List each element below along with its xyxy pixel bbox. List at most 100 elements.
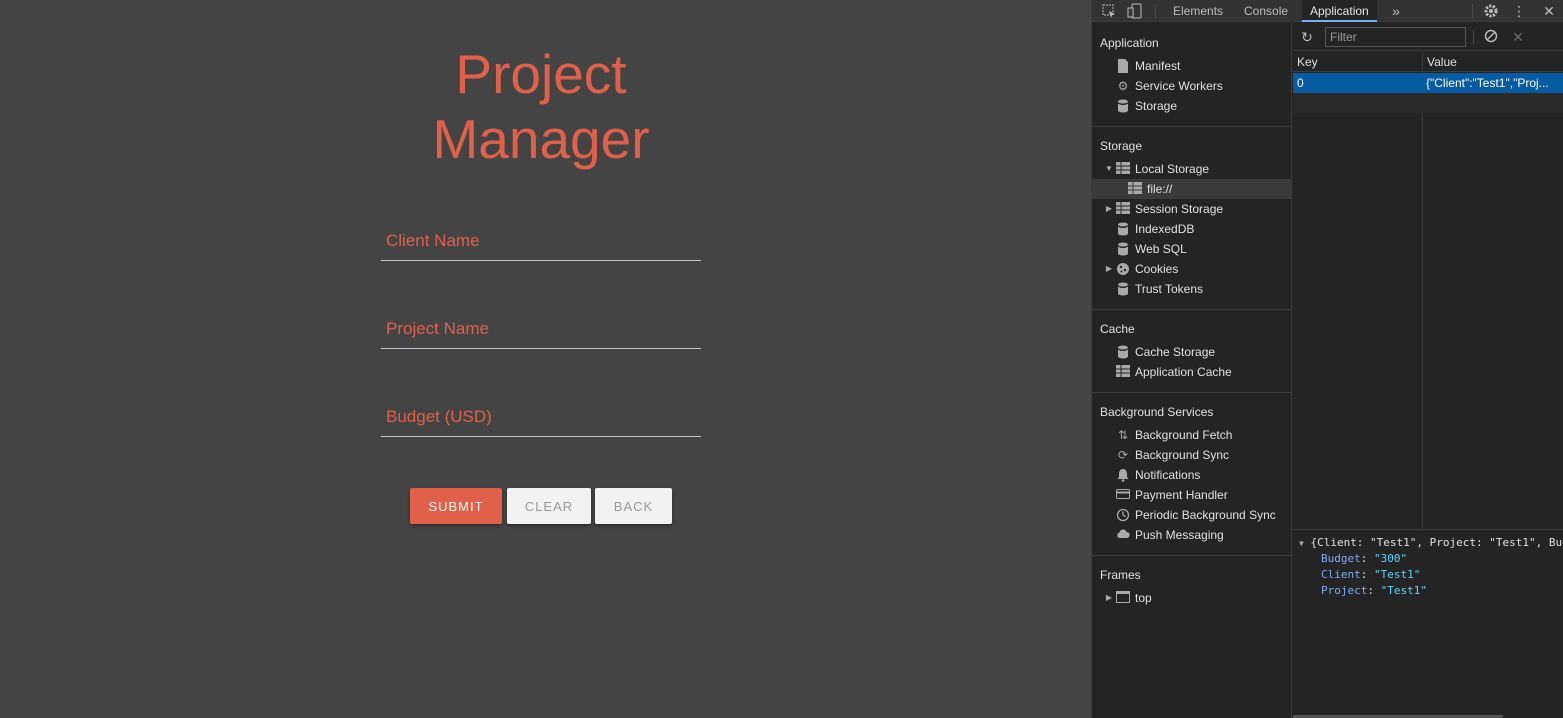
tab-application[interactable]: Application — [1302, 0, 1377, 22]
title-line-2: Manager — [432, 108, 650, 170]
sidebar-item-label: Background Fetch — [1135, 428, 1233, 442]
sidebar-item-manifest[interactable]: Manifest — [1092, 56, 1291, 76]
cloud-icon — [1116, 528, 1130, 542]
budget-field — [381, 397, 701, 437]
sidebar-item-local-storage-file[interactable]: file:// — [1092, 179, 1291, 199]
section-title-cache: Cache — [1100, 322, 1135, 336]
sidebar-item-label: Background Sync — [1135, 448, 1230, 462]
database-icon — [1116, 222, 1130, 236]
more-tabs-icon[interactable]: » — [1388, 3, 1404, 19]
credit-card-icon — [1116, 488, 1130, 502]
toolbar-separator — [1472, 4, 1473, 18]
project-name-input[interactable] — [381, 309, 701, 348]
collapsed-arrow-icon[interactable]: ▶ — [1104, 588, 1114, 608]
section-divider — [1092, 392, 1292, 393]
sidebar-item-trust-tokens[interactable]: Trust Tokens — [1092, 279, 1291, 299]
clear-button[interactable]: CLEAR — [507, 488, 591, 524]
settings-gear-icon[interactable] — [1483, 3, 1499, 19]
column-header-key[interactable]: Key — [1297, 52, 1318, 72]
up-down-arrows-icon: ⇅ — [1117, 428, 1129, 442]
expanded-arrow-icon[interactable]: ▼ — [1104, 159, 1114, 179]
table-row[interactable]: 0 {"Client":"Test1","Proj... — [1293, 73, 1563, 93]
toolbar-separator — [1473, 30, 1474, 44]
local-storage-view: ↻ ✕ Key Value 0 {"Client":"Test1","Proj.… — [1293, 23, 1563, 718]
preview-summary[interactable]: ▼ {Client: "Test1", Project: "Test1", Bu… — [1299, 535, 1563, 552]
tab-console[interactable]: Console — [1244, 0, 1288, 22]
property-key: Budget — [1321, 552, 1361, 565]
collapsed-arrow-icon[interactable]: ▶ — [1104, 199, 1114, 219]
collapsed-arrow-icon[interactable]: ▶ — [1104, 259, 1114, 279]
sidebar-item-storage[interactable]: Storage — [1092, 96, 1291, 116]
table-grid-icon — [1116, 162, 1130, 176]
client-name-field — [381, 221, 701, 261]
storage-table-header: Key Value — [1293, 52, 1563, 72]
clear-all-icon[interactable] — [1483, 29, 1499, 45]
expanded-arrow-icon: ▼ — [1299, 539, 1304, 548]
property-value: "Test1" — [1374, 568, 1421, 581]
table-grid-icon — [1128, 182, 1142, 196]
frame-window-icon — [1116, 591, 1130, 605]
sidebar-item-indexeddb[interactable]: IndexedDB — [1092, 219, 1291, 239]
sidebar-item-label: Storage — [1135, 99, 1178, 113]
filter-input[interactable] — [1325, 27, 1466, 47]
sidebar-item-label: Cache Storage — [1135, 345, 1216, 359]
sidebar-item-session-storage[interactable]: ▶ Session Storage — [1092, 199, 1291, 219]
title-line-1: Project — [455, 43, 627, 105]
sync-icon: ⟳ — [1117, 448, 1129, 462]
sidebar-item-service-workers[interactable]: ⚙ Service Workers — [1092, 76, 1291, 96]
sidebar-item-label: Application Cache — [1135, 365, 1232, 379]
sidebar-item-cookies[interactable]: ▶ Cookies — [1092, 259, 1291, 279]
sidebar-item-label: Cookies — [1135, 262, 1179, 276]
section-title-background-services: Background Services — [1100, 405, 1214, 419]
sidebar-item-label: Periodic Background Sync — [1135, 508, 1276, 522]
sidebar-item-label: Service Workers — [1135, 79, 1223, 93]
storage-toolbar: ↻ ✕ — [1293, 23, 1563, 51]
sidebar-item-frame-top[interactable]: ▶ top — [1092, 588, 1291, 608]
refresh-icon[interactable]: ↻ — [1299, 29, 1315, 45]
kebab-menu-icon[interactable]: ⋮ — [1511, 3, 1527, 19]
sidebar-item-payment-handler[interactable]: Payment Handler — [1092, 485, 1291, 505]
close-devtools-icon[interactable]: ✕ — [1541, 3, 1557, 19]
back-button[interactable]: BACK — [595, 488, 672, 524]
sidebar-item-label: Push Messaging — [1135, 528, 1224, 542]
property-value: "Test1" — [1380, 584, 1427, 597]
page-title: Project Manager — [381, 42, 701, 172]
preview-property: Project: "Test1" — [1321, 584, 1427, 597]
sidebar-item-label: top — [1135, 591, 1152, 605]
devtools-panel: Elements Console Application » ⋮ ✕ Appli… — [1091, 0, 1563, 718]
sidebar-item-local-storage[interactable]: ▼ Local Storage — [1092, 159, 1291, 179]
sidebar-item-background-fetch[interactable]: ⇅ Background Fetch — [1092, 425, 1291, 445]
sidebar-item-background-sync[interactable]: ⟳ Background Sync — [1092, 445, 1291, 465]
property-value: "300" — [1374, 552, 1408, 565]
column-header-value[interactable]: Value — [1427, 52, 1457, 72]
cookie-icon — [1116, 262, 1130, 276]
sidebar-item-periodic-background-sync[interactable]: Periodic Background Sync — [1092, 505, 1291, 525]
budget-input[interactable] — [381, 397, 701, 436]
database-icon — [1116, 99, 1130, 113]
property-key: Client — [1321, 568, 1361, 581]
row-key-cell: 0 — [1297, 76, 1304, 90]
sidebar-item-push-messaging[interactable]: Push Messaging — [1092, 525, 1291, 545]
gear-icon: ⚙ — [1117, 79, 1129, 93]
database-icon — [1116, 345, 1130, 359]
sidebar-item-label: Trust Tokens — [1135, 282, 1204, 296]
sidebar-item-application-cache[interactable]: Application Cache — [1092, 362, 1291, 382]
device-toolbar-icon[interactable] — [1127, 3, 1143, 19]
submit-button[interactable]: SUBMIT — [410, 488, 502, 524]
sidebar-item-cache-storage[interactable]: Cache Storage — [1092, 342, 1291, 362]
bell-icon — [1116, 468, 1130, 482]
database-icon — [1116, 282, 1130, 296]
client-name-input[interactable] — [381, 221, 701, 260]
sidebar-item-web-sql[interactable]: Web SQL — [1092, 239, 1291, 259]
delete-selected-icon[interactable]: ✕ — [1510, 29, 1526, 45]
tab-elements[interactable]: Elements — [1173, 0, 1223, 22]
sidebar-item-notifications[interactable]: Notifications — [1092, 465, 1291, 485]
database-icon — [1116, 242, 1130, 256]
project-name-field — [381, 309, 701, 349]
section-title-storage: Storage — [1100, 139, 1143, 153]
inspect-element-icon[interactable] — [1101, 3, 1117, 19]
section-title-application: Application — [1100, 36, 1159, 50]
sidebar-item-label: Local Storage — [1135, 162, 1210, 176]
table-grid-icon — [1116, 365, 1130, 379]
clock-icon — [1116, 508, 1130, 522]
